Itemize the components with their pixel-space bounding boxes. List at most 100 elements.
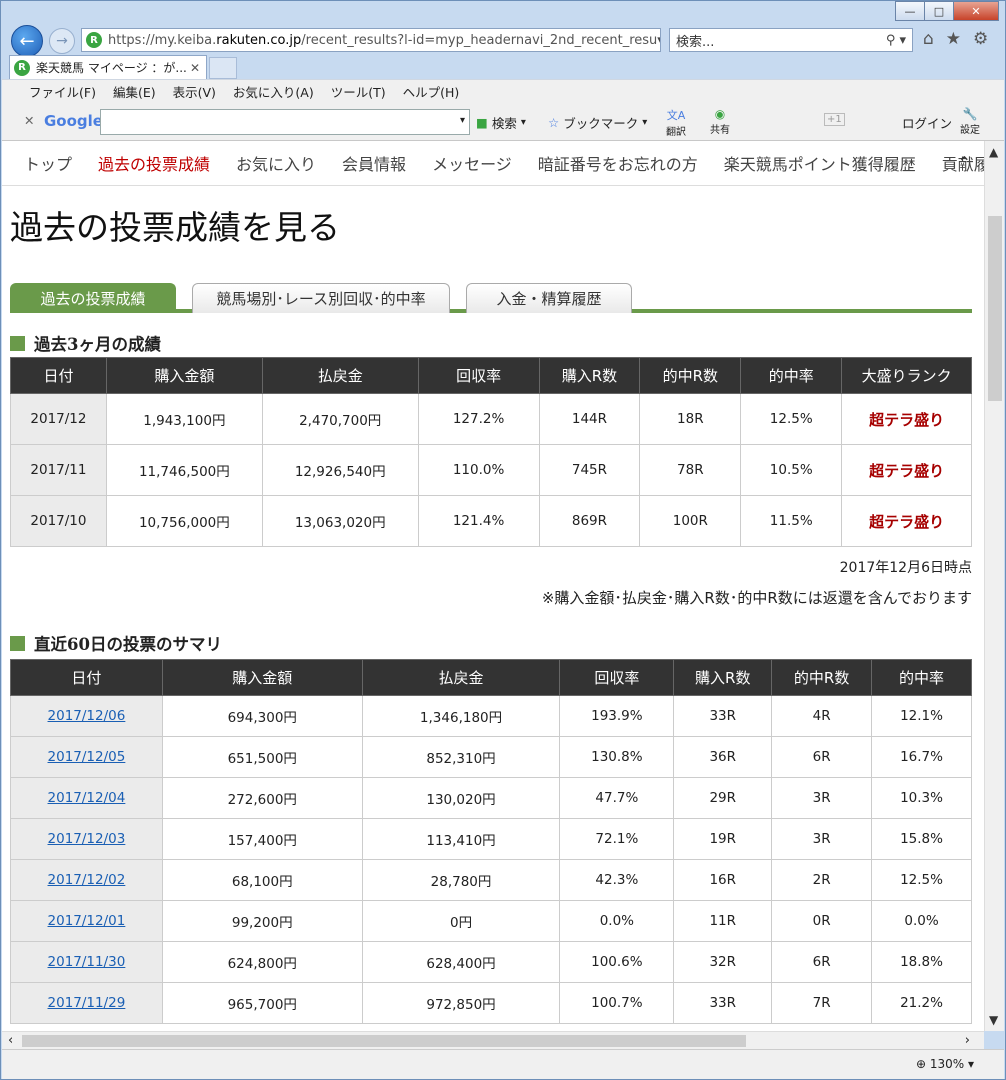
cell-payout: 628,400円: [361, 941, 561, 983]
date-link[interactable]: 2017/12/03: [48, 831, 126, 847]
back-button[interactable]: ←: [11, 25, 43, 57]
toolbar-settings-button[interactable]: 🔧 設定: [960, 107, 980, 136]
cell-return-rate: 72.1%: [559, 818, 675, 860]
vertical-scroll-thumb[interactable]: [988, 216, 1002, 401]
cell-return-rate: 100.7%: [559, 982, 675, 1024]
google-logo: Google: [44, 112, 103, 130]
horizontal-scrollbar[interactable]: ‹ ›: [2, 1031, 984, 1049]
cell-races-bought: 19R: [673, 818, 773, 860]
address-bar[interactable]: R https://my.keiba. rakuten.co.jp/recent_…: [81, 28, 661, 52]
plus-one-button[interactable]: +1: [824, 113, 845, 126]
table-row: 2017/12/02 68,100円 28,780円 42.3% 16R 2R …: [10, 859, 972, 901]
tab-past-results[interactable]: 過去の投票成績: [10, 283, 176, 313]
cell-races-hit: 7R: [771, 982, 873, 1024]
date-link[interactable]: 2017/12/06: [48, 708, 126, 724]
search-icon[interactable]: ⚲ ▾: [886, 33, 912, 48]
menu-help[interactable]: ヘルプ(H): [403, 82, 460, 101]
cell-hit-rate: 15.8%: [871, 818, 972, 860]
settings-gear-icon[interactable]: ⚙: [973, 29, 988, 49]
scroll-down-icon[interactable]: ▼: [989, 1013, 998, 1027]
table-row: 2017/11/29 965,700円 972,850円 100.7% 33R …: [10, 982, 972, 1024]
nav-forgot-pin[interactable]: 暗証番号をお忘れの方: [525, 151, 711, 175]
cell-hit-rate: 11.5%: [740, 495, 843, 547]
vertical-scrollbar[interactable]: ▲ ▼: [984, 141, 1004, 1031]
tab-close-icon[interactable]: ✕: [190, 61, 206, 75]
home-icon[interactable]: ⌂: [923, 29, 934, 49]
cell-date: 2017/12: [10, 393, 107, 445]
cell-races-hit: 3R: [771, 818, 873, 860]
tab-deposit-history[interactable]: 入金・精算履歴: [466, 283, 632, 313]
cell-return-rate: 130.8%: [559, 736, 675, 778]
cell-payout: 972,850円: [361, 982, 561, 1024]
scroll-up-icon[interactable]: ▲: [989, 145, 998, 159]
menu-favorites[interactable]: お気に入り(A): [233, 82, 314, 101]
nav-favorites[interactable]: お気に入り: [223, 151, 329, 175]
address-controls[interactable]: ▾🔒↻: [657, 33, 660, 48]
cell-races-bought: 33R: [673, 982, 773, 1024]
minimize-button[interactable]: —: [895, 1, 925, 21]
cell-payout: 28,780円: [361, 859, 561, 901]
zoom-icon: ⊕: [915, 1057, 926, 1071]
google-search-button[interactable]: ■ 検索 ▾: [476, 113, 526, 132]
maximize-button[interactable]: □: [924, 1, 954, 21]
scroll-right-icon[interactable]: ›: [965, 1033, 970, 1048]
forward-button[interactable]: →: [49, 28, 75, 54]
cell-purchase: 651,500円: [161, 736, 363, 778]
nav-messages[interactable]: メッセージ: [419, 151, 525, 175]
date-link[interactable]: 2017/12/04: [48, 790, 126, 806]
rakuten-favicon: R: [86, 32, 102, 48]
nav-member-info[interactable]: 会員情報: [329, 151, 419, 175]
nav-top[interactable]: トップ: [2, 151, 85, 175]
date-link[interactable]: 2017/11/30: [48, 954, 126, 970]
cell-date: 2017/12/03: [10, 818, 163, 860]
menu-edit[interactable]: 編集(E): [113, 82, 156, 101]
cell-hit-rate: 0.0%: [871, 900, 972, 942]
cell-date: 2017/11/29: [10, 982, 163, 1024]
menu-file[interactable]: ファイル(F): [29, 82, 96, 101]
date-link[interactable]: 2017/12/01: [48, 913, 126, 929]
new-tab-button[interactable]: [209, 57, 237, 79]
menu-view[interactable]: 表示(V): [173, 82, 216, 101]
translate-button[interactable]: 文A 翻訳: [666, 107, 686, 138]
scroll-left-icon[interactable]: ‹: [8, 1033, 13, 1048]
col-date: 日付: [10, 357, 107, 394]
zoom-control[interactable]: ⊕ 130% ▾: [916, 1057, 974, 1071]
cell-hit-rate: 10.5%: [740, 444, 843, 496]
dropdown-arrow-icon[interactable]: ▾: [460, 115, 465, 126]
page-title: 過去の投票成績を見る: [10, 208, 340, 247]
date-link[interactable]: 2017/12/05: [48, 749, 126, 765]
cell-hit-rate: 10.3%: [871, 777, 972, 819]
refund-note: ※購入金額･払戻金･購入R数･的中R数には返還を含んでおります: [541, 589, 972, 607]
date-link[interactable]: 2017/11/29: [48, 995, 126, 1011]
nav-points-history[interactable]: 楽天競馬ポイント獲得履歴: [711, 151, 929, 175]
cell-purchase: 1,943,100円: [105, 393, 263, 445]
login-button[interactable]: ログイン: [902, 113, 952, 132]
bookmark-button[interactable]: ☆ ブックマーク ▾: [548, 113, 647, 132]
cell-races-bought: 29R: [673, 777, 773, 819]
cell-date: 2017/11/30: [10, 941, 163, 983]
browser-tab[interactable]: R 楽天競馬 マイページ ：が... ✕: [9, 55, 207, 79]
cell-races-bought: 32R: [673, 941, 773, 983]
toolbar-close-icon[interactable]: ✕: [24, 113, 34, 128]
nav-past-results[interactable]: 過去の投票成績: [85, 151, 223, 175]
three-month-table: 日付 購入金額 払戻金 回収率 購入R数 的中R数 的中率 大盛りランク 201…: [10, 357, 972, 547]
table-row: 2017/12/01 99,200円 0円 0.0% 11R 0R 0.0%: [10, 900, 972, 942]
tab-venue-race-rates[interactable]: 競馬場別･レース別回収･的中率: [192, 283, 450, 313]
cell-purchase: 68,100円: [161, 859, 363, 901]
date-link[interactable]: 2017/12/02: [48, 872, 126, 888]
menu-tools[interactable]: ツール(T): [331, 82, 386, 101]
cell-return-rate: 0.0%: [559, 900, 675, 942]
dropdown-arrow-icon: ▾: [642, 117, 648, 128]
google-search-input[interactable]: ▾: [100, 109, 470, 135]
cell-races-bought: 869R: [538, 495, 641, 547]
cell-races-bought: 745R: [538, 444, 641, 496]
chevron-up-icon[interactable]: ⌃: [945, 153, 984, 172]
section-marker-icon: [10, 335, 25, 351]
browser-search-box[interactable]: 検索... ⚲ ▾: [669, 28, 913, 52]
horizontal-scroll-thumb[interactable]: [22, 1035, 746, 1047]
share-button[interactable]: ◉ 共有: [710, 107, 730, 136]
col-return-rate: 回収率: [559, 659, 675, 696]
close-window-button[interactable]: ✕: [953, 1, 999, 21]
cell-payout: 2,470,700円: [261, 393, 419, 445]
favorites-star-icon[interactable]: ★: [946, 29, 961, 49]
